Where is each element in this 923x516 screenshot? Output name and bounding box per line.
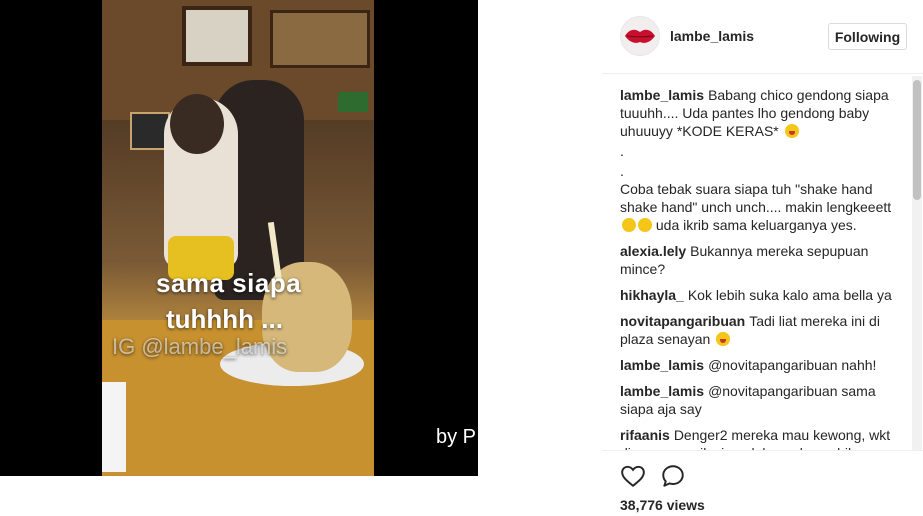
comment-item: lambe_lamis @novitapangaribuan nahh!	[620, 356, 904, 374]
comment-text: Coba tebak suara siapa tuh "shake hand s…	[620, 181, 892, 215]
menu-card	[102, 382, 126, 472]
background-window	[182, 6, 252, 66]
comments-list: lambe_lamis Babang chico gendong siapa tu…	[620, 86, 904, 450]
comment-text: Kok lebih suka kalo ama bella ya	[687, 287, 892, 303]
background-sign	[338, 92, 368, 112]
comment-item: novitapangaribuan Tadi liat mereka ini di…	[620, 312, 904, 348]
by-logo: by P	[436, 426, 477, 448]
comment-username[interactable]: lambe_lamis	[620, 357, 704, 373]
comment-text-tail: uda ikrib sama keluarganya yes.	[652, 217, 857, 233]
comment-icon[interactable]	[660, 463, 686, 489]
video-watermark: IG @lambe_lamis	[112, 334, 288, 359]
post-header: lambe_lamis Following	[602, 0, 923, 74]
comment-username[interactable]: novitapangaribuan	[620, 313, 745, 329]
comment-item: hikhayla_ Kok lebih suka kalo ama bella y…	[620, 286, 904, 304]
following-button[interactable]: Following	[828, 23, 907, 50]
tongue-emoji-icon	[716, 332, 731, 346]
grin-emoji-icon	[784, 124, 799, 138]
video-caption-line1: sama siapa	[156, 268, 302, 298]
smile-emoji-icon	[638, 218, 652, 232]
view-count: 38,776 views	[620, 497, 705, 513]
avatar[interactable]	[620, 16, 660, 56]
heart-icon[interactable]	[620, 463, 646, 489]
comment-item: lambe_lamis Babang chico gendong siapa tu…	[620, 86, 904, 234]
comment-username[interactable]: rifaanis	[620, 427, 670, 443]
post-username[interactable]: lambe_lamis	[670, 28, 754, 44]
lips-icon	[625, 29, 655, 43]
video-caption-line2: tuhhhh ...	[166, 304, 283, 334]
background-shelf	[270, 10, 370, 68]
comment-item: alexia.lely Bukannya mereka sepupuan minc…	[620, 242, 904, 278]
video-frame[interactable]	[102, 0, 374, 476]
scrollbar-thumb[interactable]	[913, 80, 921, 200]
comment-text: @novitapangaribuan nahh!	[708, 357, 877, 373]
comments-scrollbar[interactable]	[912, 76, 922, 450]
post-panel: lambe_lamis Following lambe_lamis Babang …	[602, 0, 923, 516]
comment-dot: .	[620, 143, 624, 159]
comment-username[interactable]: alexia.lely	[620, 243, 686, 259]
video-player[interactable]: sama siapa tuhhhh ... IG @lambe_lamis by…	[0, 0, 478, 476]
post-actions: 38,776 views	[602, 450, 923, 516]
comment-item: rifaanisDenger2 mereka mau kewong, wkt d…	[620, 426, 904, 450]
comment-username[interactable]: hikhayla_	[620, 287, 684, 303]
comment-dot: .	[620, 163, 624, 179]
smile-emoji-icon	[622, 218, 636, 232]
comment-continuation: Coba tebak suara siapa tuh "shake hand s…	[620, 180, 904, 234]
comment-username[interactable]: lambe_lamis	[620, 383, 704, 399]
baby-head	[170, 94, 224, 154]
comment-username[interactable]: lambe_lamis	[620, 87, 704, 103]
comment-item: lambe_lamis @novitapangaribuan sama siapa…	[620, 382, 904, 418]
